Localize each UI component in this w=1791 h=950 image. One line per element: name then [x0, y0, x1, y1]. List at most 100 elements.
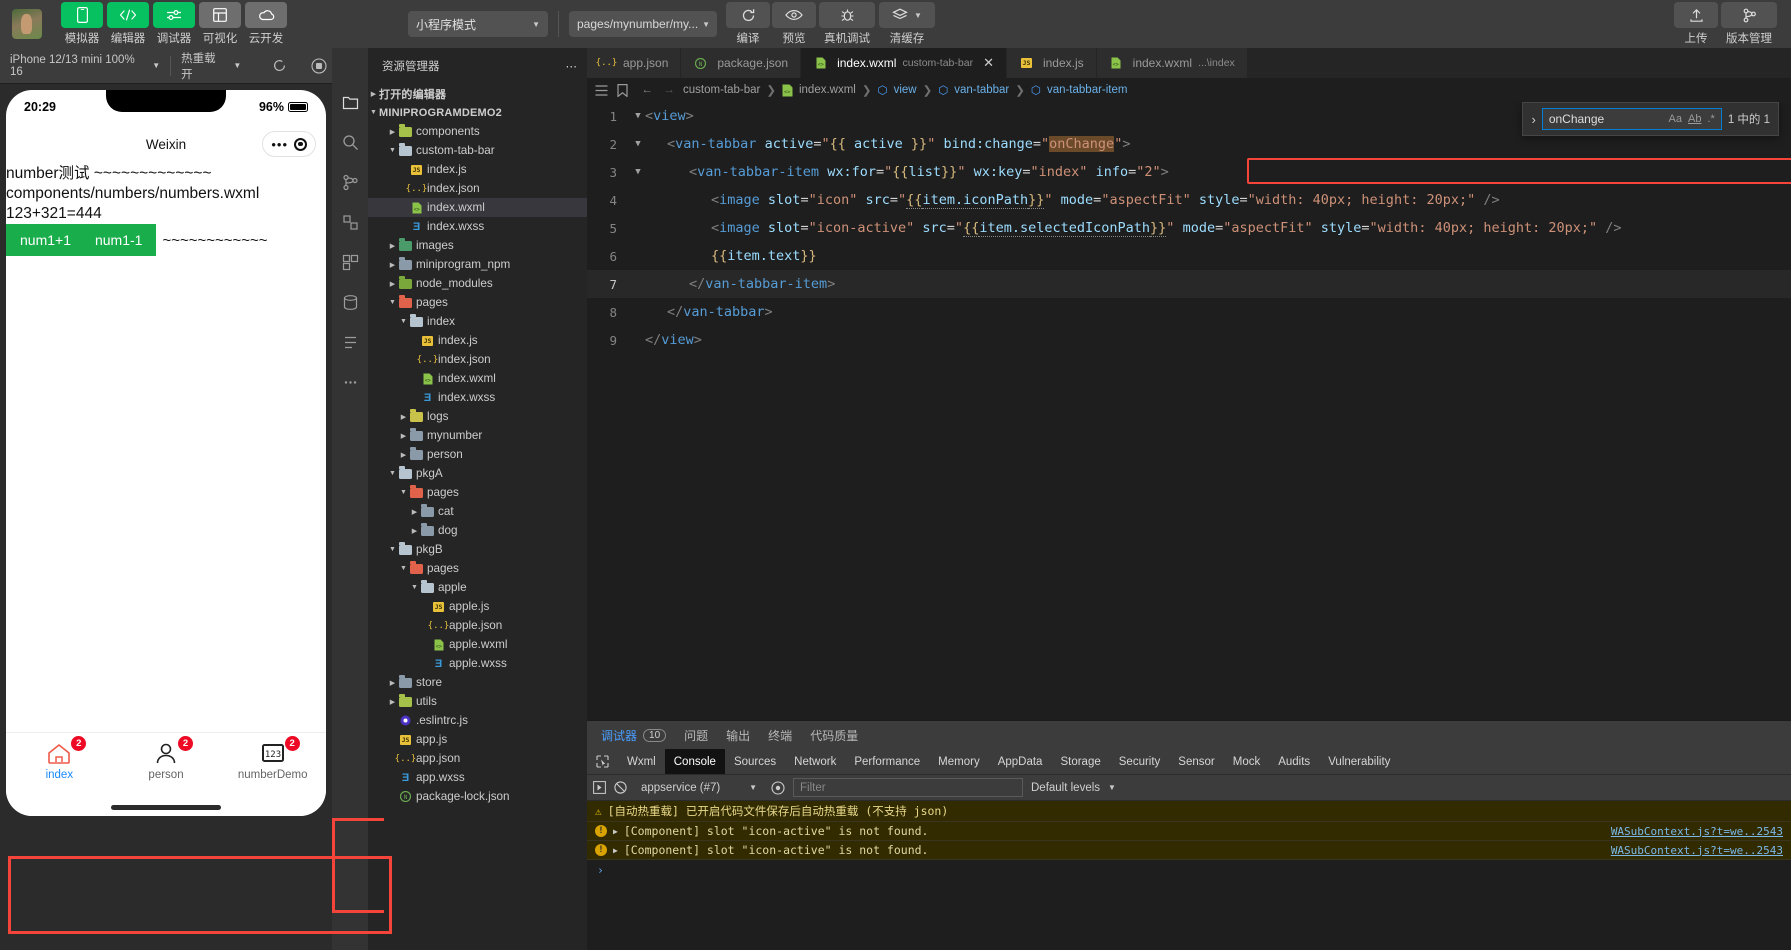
tool-editor-button[interactable]: 编辑器: [106, 2, 150, 46]
tree-item-custom-tab-bar[interactable]: ▼ custom-tab-bar: [368, 141, 587, 160]
upload-button[interactable]: 上传: [1673, 2, 1719, 46]
clear-console-icon[interactable]: [614, 781, 627, 794]
cloud-db-icon[interactable]: [338, 290, 362, 314]
chevron-right-icon[interactable]: ▶: [387, 698, 398, 706]
lint-icon[interactable]: [338, 330, 362, 354]
tree-item-pkgb[interactable]: ▼ pkgB: [368, 540, 587, 559]
tree-item-index-js[interactable]: JS index.js: [368, 331, 587, 350]
tabbar-item-person[interactable]: 2 person: [113, 736, 220, 781]
phone-screen[interactable]: 20:29 96% Weixin ••• number测试 ~~~~~~~~~~…: [6, 90, 326, 816]
context-select[interactable]: appservice (#7) ▼: [635, 782, 763, 794]
run-icon[interactable]: [593, 781, 606, 794]
avatar[interactable]: [12, 9, 42, 39]
chevron-right-icon[interactable]: ▶: [387, 242, 398, 250]
tree-item-images[interactable]: ▶ images: [368, 236, 587, 255]
console-log-row[interactable]: ! ▶ [Component] slot "icon-active" is not …: [587, 841, 1791, 860]
console-log-row[interactable]: ⚠ [自动热重载] 已开启代码文件保存后自动热重载 (不支持 json): [587, 801, 1791, 822]
tree-item-app-js[interactable]: JS app.js: [368, 730, 587, 749]
hotreload-select[interactable]: 热重载 开 ▼: [171, 50, 251, 82]
simulator-refresh-icon[interactable]: [267, 53, 293, 79]
find-input[interactable]: onChange Aa Ab .*: [1541, 108, 1722, 130]
devtools-tab-performance[interactable]: Performance: [845, 749, 929, 774]
devtools-tab-network[interactable]: Network: [785, 749, 845, 774]
search-icon[interactable]: [338, 130, 362, 154]
tool-cloud-button[interactable]: 云开发: [244, 2, 288, 46]
chevron-down-icon[interactable]: ▼: [387, 147, 398, 154]
tree-item-app-json[interactable]: {..} app.json: [368, 749, 587, 768]
tree-item-apple-js[interactable]: JS apple.js: [368, 597, 587, 616]
preview-button[interactable]: 预览: [771, 2, 817, 46]
outline-icon[interactable]: [595, 84, 611, 96]
console-filter-input[interactable]: Filter: [793, 778, 1023, 797]
panel-tab-调试器[interactable]: 调试器 10: [601, 727, 667, 744]
chevron-right-icon[interactable]: ▶: [387, 679, 398, 687]
chevron-down-icon[interactable]: ▼: [398, 318, 409, 325]
forward-icon[interactable]: →: [661, 84, 677, 96]
devtools-tab-audits[interactable]: Audits: [1269, 749, 1319, 774]
log-level-select[interactable]: Default levels ▼: [1031, 782, 1116, 794]
devtools-tab-storage[interactable]: Storage: [1051, 749, 1109, 774]
tree-item-pkga[interactable]: ▼ pkgA: [368, 464, 587, 483]
fold-chevron-icon[interactable]: ▼: [631, 139, 645, 149]
chevron-right-icon[interactable]: ▶: [387, 128, 398, 136]
device-select[interactable]: iPhone 12/13 mini 100% 16 ▼: [0, 54, 170, 78]
eye-icon[interactable]: [771, 780, 785, 795]
explorer-icon[interactable]: [338, 90, 362, 114]
tree-item-utils[interactable]: ▶ utils: [368, 692, 587, 711]
chevron-down-icon[interactable]: ▼: [387, 299, 398, 306]
tree-item-pages[interactable]: ▼ pages: [368, 293, 587, 312]
breadcrumb-item[interactable]: index.wxml: [799, 84, 856, 96]
breadcrumb-item[interactable]: van-tabbar: [954, 84, 1009, 96]
chevron-right-icon[interactable]: ›: [1531, 112, 1535, 127]
devtools-tab-security[interactable]: Security: [1110, 749, 1170, 774]
tree-item-index-wxss[interactable]: Ǝindex.wxss: [368, 388, 587, 407]
tree-item--eslintrc-js[interactable]: .eslintrc.js: [368, 711, 587, 730]
more-icon[interactable]: ⋯: [566, 59, 578, 73]
tabbar-item-index[interactable]: 2 index: [6, 736, 113, 781]
console-log-row[interactable]: ! ▶ [Component] slot "icon-active" is not …: [587, 822, 1791, 841]
mode-select[interactable]: 小程序模式 ▼: [408, 11, 548, 37]
devtools-tab-wxml[interactable]: Wxml: [618, 749, 665, 774]
whole-word-icon[interactable]: Ab: [1688, 113, 1701, 125]
tree-item-cat[interactable]: ▶ cat: [368, 502, 587, 521]
inspect-icon[interactable]: [587, 749, 618, 774]
chevron-down-icon[interactable]: ▼: [387, 546, 398, 553]
chevron-right-icon[interactable]: ▶: [398, 451, 409, 459]
extensions-icon[interactable]: [338, 250, 362, 274]
tree-item-components[interactable]: ▶ components: [368, 122, 587, 141]
console-log-source[interactable]: WASubContext.js?t=we..2543: [1611, 825, 1783, 838]
more-icon[interactable]: [338, 370, 362, 394]
chevron-down-icon[interactable]: ▼: [409, 584, 420, 591]
panel-tab-终端[interactable]: 终端: [768, 727, 792, 744]
tree-item-logs[interactable]: ▶ logs: [368, 407, 587, 426]
fold-chevron-icon[interactable]: ▼: [631, 111, 645, 121]
expand-icon[interactable]: ▶: [613, 827, 618, 836]
editor-tab-package-json[interactable]: Npackage.json: [681, 48, 802, 78]
chevron-right-icon[interactable]: ▶: [387, 261, 398, 269]
compile-button[interactable]: 编译: [725, 2, 771, 46]
devtools-tab-appdata[interactable]: AppData: [989, 749, 1052, 774]
tree-item-index-json[interactable]: {..} index.json: [368, 179, 587, 198]
tree-item-person[interactable]: ▶ person: [368, 445, 587, 464]
tree-item-apple-json[interactable]: {..} apple.json: [368, 616, 587, 635]
tree-item-pages[interactable]: ▼ pages: [368, 559, 587, 578]
version-control-button[interactable]: 版本管理: [1719, 2, 1779, 46]
tree-item-store[interactable]: ▶ store: [368, 673, 587, 692]
tree-item-index[interactable]: ▼ index: [368, 312, 587, 331]
simulator-record-icon[interactable]: [306, 53, 332, 79]
devtools-tab-vulnerability[interactable]: Vulnerability: [1319, 749, 1399, 774]
capsule-buttons[interactable]: •••: [262, 131, 316, 157]
project-root-row[interactable]: ▼ MINIPROGRAMDEMO2: [368, 103, 587, 122]
editor-tab-index-wxml[interactable]: <> index.wxml ...\index: [1096, 48, 1248, 78]
devtools-tab-sources[interactable]: Sources: [725, 749, 785, 774]
editor-tab-index-js[interactable]: JS index.js: [1006, 48, 1097, 78]
close-icon[interactable]: ✕: [983, 55, 994, 71]
tree-item-index-wxss[interactable]: Ǝindex.wxss: [368, 217, 587, 236]
panel-tab-问题[interactable]: 问题: [684, 727, 708, 744]
tree-item-miniprogram-npm[interactable]: ▶ miniprogram_npm: [368, 255, 587, 274]
tree-item-index-js[interactable]: JS index.js: [368, 160, 587, 179]
source-control-icon[interactable]: [338, 170, 362, 194]
chevron-right-icon[interactable]: ▶: [398, 413, 409, 421]
chevron-down-icon[interactable]: ▼: [398, 489, 409, 496]
bookmark-icon[interactable]: [617, 83, 633, 97]
